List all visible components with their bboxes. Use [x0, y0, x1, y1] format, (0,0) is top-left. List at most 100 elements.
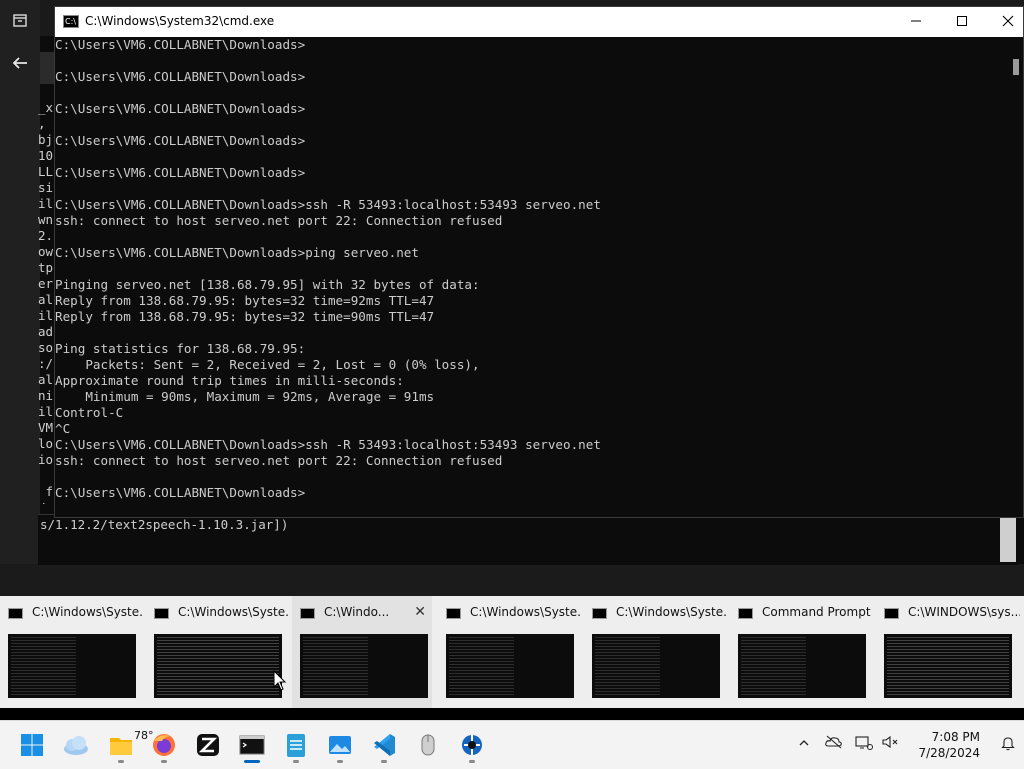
cmd-app-icon [300, 608, 315, 619]
cmd-console-output[interactable]: C:\Users\VM6.COLLABNET\Downloads> C:\User… [55, 37, 1005, 517]
start-button[interactable] [14, 727, 50, 763]
cmd-output-line: Pinging serveo.net [138.68.79.95] with 3… [55, 277, 480, 292]
window-thumbnail[interactable]: Command Prompt [730, 596, 871, 708]
chevron-up-icon[interactable] [794, 735, 814, 755]
window-thumbnail[interactable]: C:\WINDOWS\sys... [876, 596, 1020, 708]
cmd-output-text: C:\Users\VM6.COLLABNET\Downloads> C:\User… [55, 37, 1005, 501]
cmd-output-line [55, 469, 1005, 485]
taskbar-file-explorer[interactable] [103, 727, 139, 763]
cmd-app-icon [884, 608, 899, 619]
network-icon[interactable] [854, 735, 874, 755]
minimize-button[interactable] [893, 7, 939, 37]
window-thumbnail-preview [154, 634, 282, 698]
window-thumbnail-preview [592, 634, 720, 698]
maximize-button[interactable] [939, 7, 985, 37]
close-thumbnail-icon[interactable]: ✕ [414, 604, 426, 620]
cmd-output-line: C:\Users\VM6.COLLABNET\Downloads>ssh -R … [55, 437, 601, 452]
taskbar-thumbnail-switcher: C:\Windows\Syste... C:\Windows\Syste... C:… [0, 596, 1024, 708]
cmd-app-icon [8, 608, 23, 619]
cmd-app-icon: C:\ [63, 15, 79, 28]
taskbar-network-app[interactable] [454, 727, 490, 763]
preview-text-lines [595, 637, 660, 695]
window-thumbnail-preview [8, 634, 136, 698]
cmd-output-line: ssh: connect to host serveo.net port 22:… [55, 453, 503, 468]
taskbar-terminal[interactable] [234, 727, 270, 763]
cmd-app-icon [592, 608, 607, 619]
clock-time[interactable]: 7:08 PM [932, 730, 980, 744]
taskbar-zed[interactable] [190, 727, 226, 763]
window-thumbnail[interactable]: C:\Windows\Syste... [584, 596, 728, 708]
cmd-output-line: C:\Users\VM6.COLLABNET\Downloads> [55, 485, 306, 500]
window-thumbnail-preview [300, 634, 428, 698]
archive-icon[interactable] [10, 12, 30, 32]
background-bottom-strip [0, 564, 1024, 596]
cmd-scrollbar-thumb[interactable] [1013, 59, 1019, 75]
window-thumbnail-title: C:\Windows\Syste... [32, 605, 144, 619]
cmd-output-line [55, 53, 1005, 69]
cmd-output-line: Packets: Sent = 2, Received = 2, Lost = … [55, 357, 480, 372]
cmd-output-line [55, 85, 1005, 101]
window-thumbnail-header: C:\Windows\Syste... [8, 604, 144, 622]
window-thumbnail[interactable]: C:\Windo... ✕ [292, 596, 432, 708]
taskbar: 78° 7:08 PM 7/28/2024 [0, 720, 1024, 769]
photos-icon [329, 736, 351, 754]
window-thumbnail[interactable]: C:\Windows\Syste... [146, 596, 290, 708]
window-thumbnail-title: C:\Windows\Syste... [616, 605, 728, 619]
onedrive-sync-off-icon[interactable] [824, 735, 844, 755]
window-thumbnail-header: Command Prompt [738, 604, 871, 622]
taskbar-firefox[interactable] [146, 727, 182, 763]
window-thumbnail[interactable]: C:\Windows\Syste... [438, 596, 582, 708]
cmd-output-line: Ping statistics for 138.68.79.95: [55, 341, 306, 356]
preview-text-lines [11, 637, 76, 695]
firefox-icon [153, 734, 175, 756]
cmd-titlebar[interactable]: C:\ C:\Windows\System32\cmd.exe [55, 7, 1023, 37]
close-button[interactable] [985, 7, 1024, 37]
cmd-output-line: C:\Users\VM6.COLLABNET\Downloads>ssh -R … [55, 197, 601, 212]
cmd-output-line: ^C [55, 421, 71, 436]
weather-widget[interactable]: 78° [58, 727, 154, 763]
background-sidebar [0, 0, 40, 596]
cmd-output-line [55, 181, 1005, 197]
volume-muted-icon[interactable] [880, 735, 900, 755]
cmd-output-line: Approximate round trip times in milli-se… [55, 373, 404, 388]
window-thumbnail-header: C:\WINDOWS\sys... [884, 604, 1020, 622]
cmd-output-line: C:\Users\VM6.COLLABNET\Downloads> [55, 165, 306, 180]
cmd-app-icon [738, 608, 753, 619]
taskbar-mouse-app[interactable] [410, 727, 446, 763]
taskbar-notepad[interactable] [278, 727, 314, 763]
window-thumbnail-title: C:\Windo... [324, 605, 390, 619]
window-thumbnail-title: Command Prompt [762, 605, 871, 619]
background-console-text: s/1.12.2/text2speech-1.10.3.jar]) [40, 517, 289, 532]
cmd-scrollbar[interactable] [1005, 37, 1023, 517]
cmd-window-title: C:\Windows\System32\cmd.exe [85, 14, 275, 28]
cmd-output-line: Control-C [55, 405, 124, 420]
window-thumbnail-preview [738, 634, 866, 698]
cmd-output-line: C:\Users\VM6.COLLABNET\Downloads> [55, 133, 306, 148]
cmd-output-line: C:\Users\VM6.COLLABNET\Downloads> [55, 101, 306, 116]
cmd-app-icon [154, 608, 169, 619]
window-thumbnail[interactable]: C:\Windows\Syste... [0, 596, 144, 708]
window-thumbnail-header: C:\Windo... ✕ [300, 604, 432, 622]
background-scrollbar[interactable] [1000, 514, 1016, 562]
back-arrow-icon[interactable] [10, 54, 30, 74]
cmd-output-line: C:\Users\VM6.COLLABNET\Downloads>ping se… [55, 245, 419, 260]
vscode-icon [374, 734, 395, 756]
window-thumbnail-title: C:\WINDOWS\sys... [908, 605, 1020, 619]
window-thumbnail-preview [884, 634, 1012, 698]
folder-icon [110, 738, 132, 755]
notifications-bell-icon[interactable] [998, 735, 1018, 755]
mouse-icon [421, 734, 435, 756]
window-thumbnail-title: C:\Windows\Syste... [470, 605, 582, 619]
cmd-output-line: ssh: connect to host serveo.net port 22:… [55, 213, 503, 228]
cmd-output-line: Reply from 138.68.79.95: bytes=32 time=9… [55, 293, 435, 308]
window-thumbnail-header: C:\Windows\Syste... [154, 604, 290, 622]
taskbar-vscode[interactable] [366, 727, 402, 763]
cmd-window: C:\ C:\Windows\System32\cmd.exe C:\Users… [54, 6, 1024, 518]
preview-text-lines [741, 637, 806, 695]
clock-date[interactable]: 7/28/2024 [918, 746, 980, 760]
taskbar-photos[interactable] [322, 727, 358, 763]
window-thumbnail-header: C:\Windows\Syste... [446, 604, 582, 622]
preview-text-lines [887, 637, 1009, 695]
preview-text-lines [303, 637, 368, 695]
system-tray: 7:08 PM 7/28/2024 [794, 721, 1024, 769]
